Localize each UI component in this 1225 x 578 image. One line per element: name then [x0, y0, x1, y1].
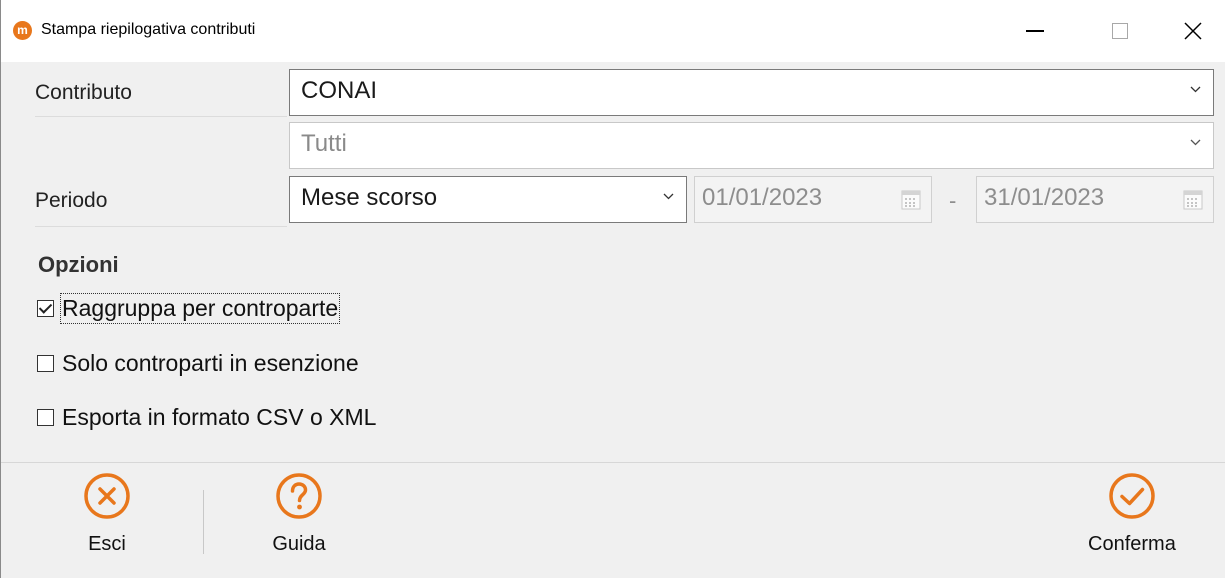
periodo-label: Periodo [35, 189, 108, 212]
periodo-select[interactable]: Mese scorso [289, 176, 687, 223]
periodo-label-underline [35, 226, 287, 227]
checkbox-unchecked[interactable] [37, 355, 54, 372]
date-from-field[interactable]: 01/01/2023 [694, 176, 932, 223]
date-range-separator: - [949, 188, 957, 213]
contributo-label: Contributo [35, 81, 132, 104]
checkbox-checked[interactable] [37, 300, 54, 317]
close-icon [1184, 22, 1202, 40]
contributo-label-underline [35, 116, 287, 117]
option-export-csv-xml[interactable]: Esporta in formato CSV o XML [37, 404, 376, 431]
options-title: Opzioni [38, 252, 119, 277]
footer-separator [1, 462, 1225, 463]
subcontributo-value: Tutti [301, 130, 347, 157]
contributo-value: CONAI [301, 77, 378, 104]
date-to-value: 31/01/2023 [984, 184, 1105, 211]
close-button[interactable] [1164, 0, 1222, 62]
minimize-icon [1026, 30, 1044, 32]
date-to-field[interactable]: 31/01/2023 [976, 176, 1214, 223]
date-from-value: 01/01/2023 [702, 184, 823, 211]
checkbox-unchecked[interactable] [37, 409, 54, 426]
help-circle-icon [276, 473, 322, 519]
app-logo-icon: m [13, 21, 32, 40]
calendar-icon[interactable] [901, 188, 921, 210]
option-label[interactable]: Solo controparti in esenzione [62, 350, 359, 377]
calendar-icon[interactable] [1183, 188, 1203, 210]
subcontributo-select[interactable]: Tutti [289, 122, 1214, 169]
chevron-down-icon [1190, 86, 1201, 93]
chevron-down-icon [663, 193, 674, 200]
check-circle-icon [1109, 473, 1155, 519]
maximize-button[interactable] [1091, 0, 1149, 62]
option-label[interactable]: Esporta in formato CSV o XML [62, 404, 376, 431]
confirm-label: Conferma [1088, 533, 1176, 555]
option-label[interactable]: Raggruppa per controparte [59, 293, 341, 324]
exit-label: Esci [88, 533, 126, 555]
confirm-button[interactable]: Conferma [1088, 470, 1176, 556]
title-bar: m Stampa riepilogativa contributi [1, 0, 1225, 62]
periodo-value: Mese scorso [301, 184, 438, 211]
help-label: Guida [272, 533, 326, 555]
footer-divider [203, 490, 204, 554]
exit-button[interactable]: Esci [79, 470, 135, 556]
dialog-window: m Stampa riepilogativa contributi Contri… [0, 0, 1225, 578]
option-group-by-counterparty[interactable]: Raggruppa per controparte [37, 293, 341, 324]
help-button[interactable]: Guida [271, 470, 327, 556]
window-title: Stampa riepilogativa contributi [41, 21, 256, 38]
minimize-button[interactable] [1006, 0, 1064, 62]
chevron-down-icon [1190, 139, 1201, 146]
close-circle-icon [84, 473, 130, 519]
maximize-icon [1112, 23, 1128, 39]
contributo-select[interactable]: CONAI [289, 69, 1214, 116]
option-exempt-only[interactable]: Solo controparti in esenzione [37, 350, 359, 377]
